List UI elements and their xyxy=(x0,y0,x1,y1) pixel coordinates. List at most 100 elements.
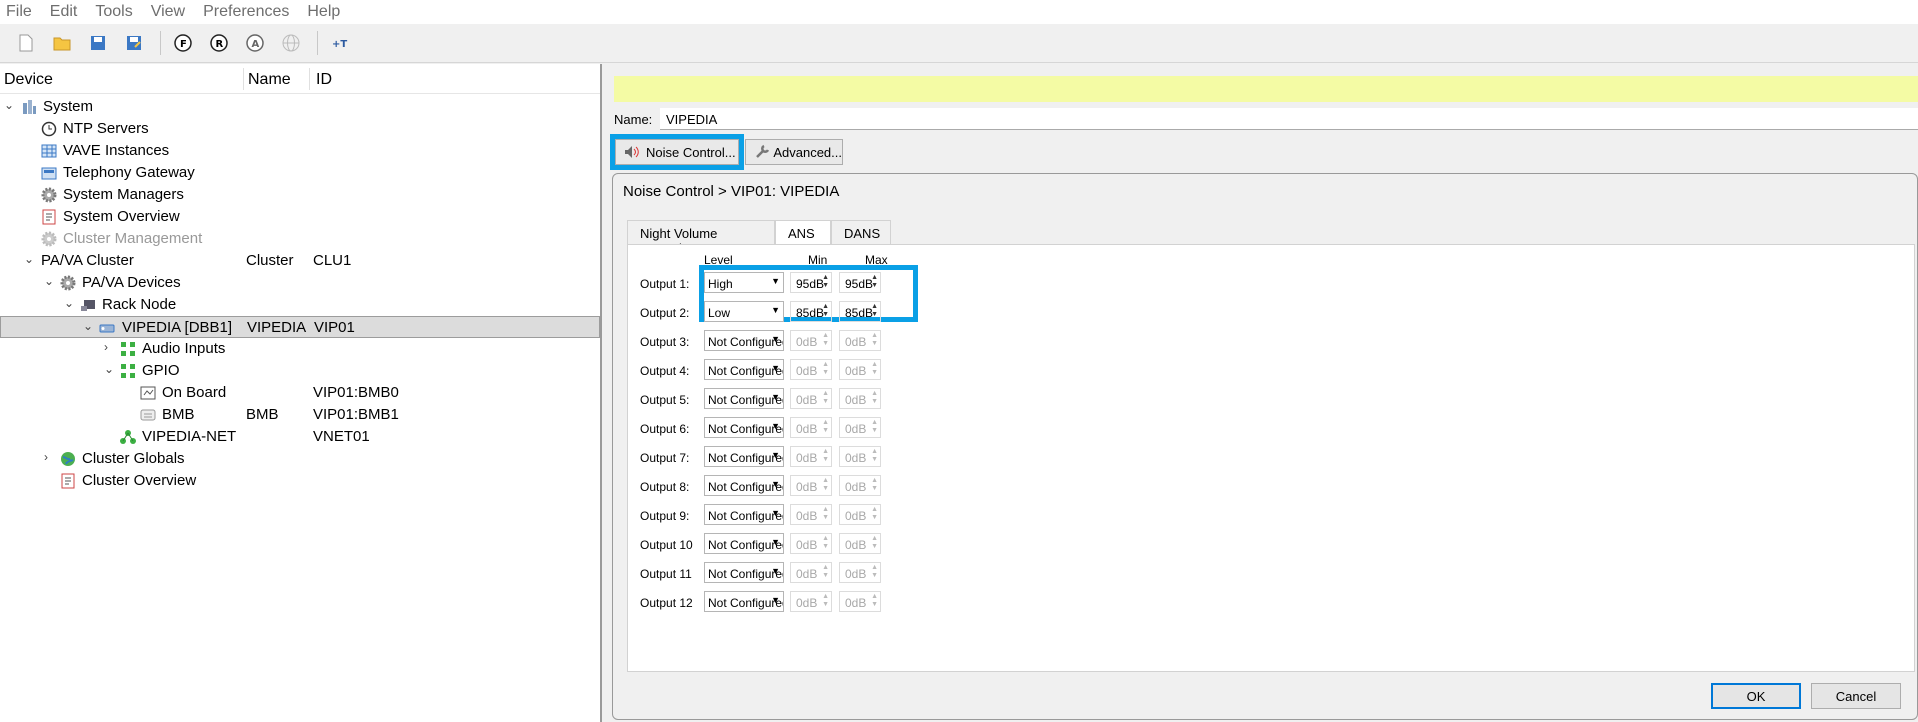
chevron-down-icon[interactable]: ⌄ xyxy=(44,274,56,288)
tree-row-rack-node[interactable]: ⌄ Rack Node xyxy=(0,294,600,316)
dropdown-arrow-icon[interactable]: ▼ xyxy=(771,566,780,576)
column-header-id[interactable]: ID xyxy=(316,71,332,89)
spin-arrows-icon[interactable]: ▲ ▼ xyxy=(871,477,878,493)
spin-arrows-icon[interactable]: ▲ ▼ xyxy=(871,448,878,464)
spin-arrows-icon[interactable]: ▲ ▼ xyxy=(871,593,878,609)
f-icon[interactable]: F xyxy=(171,31,195,55)
menu-file[interactable]: File xyxy=(6,3,32,21)
max-spinbox[interactable]: 0dB ▲ ▼ xyxy=(839,591,881,612)
tree-row-system[interactable]: ⌄ System xyxy=(0,96,600,118)
chevron-down-icon[interactable]: ⌄ xyxy=(4,98,16,112)
dropdown-arrow-icon[interactable]: ▼ xyxy=(771,392,780,402)
spin-arrows-icon[interactable]: ▲ ▼ xyxy=(822,448,829,464)
ok-button[interactable]: OK xyxy=(1711,683,1801,709)
tree-row-pava-cluster[interactable]: ⌄ PA/VA Cluster Cluster CLU1 xyxy=(0,250,600,272)
menu-view[interactable]: View xyxy=(151,3,185,21)
level-select[interactable]: Not Configured ▼ xyxy=(704,388,784,409)
min-spinbox[interactable]: 85dB ▲ ▼ xyxy=(790,301,832,322)
spin-arrows-icon[interactable]: ▲ ▼ xyxy=(822,477,829,493)
min-spinbox[interactable]: 0dB ▲ ▼ xyxy=(790,562,832,583)
level-select[interactable]: High ▼ xyxy=(704,272,784,293)
spin-arrows-icon[interactable]: ▲ ▼ xyxy=(822,303,829,319)
dropdown-arrow-icon[interactable]: ▼ xyxy=(771,450,780,460)
tree-row-system-overview[interactable]: System Overview xyxy=(0,206,600,228)
tree-row-system-managers[interactable]: System Managers xyxy=(0,184,600,206)
dropdown-arrow-icon[interactable]: ▼ xyxy=(771,479,780,489)
spin-arrows-icon[interactable]: ▲ ▼ xyxy=(871,535,878,551)
min-spinbox[interactable]: 0dB ▲ ▼ xyxy=(790,591,832,612)
max-spinbox[interactable]: 0dB ▲ ▼ xyxy=(839,359,881,380)
max-spinbox[interactable]: 0dB ▲ ▼ xyxy=(839,446,881,467)
tree-row-vipedia[interactable]: ⌄ VIPEDIA [DBB1] VIPEDIA VIP01 xyxy=(0,316,600,338)
a-icon[interactable]: A xyxy=(243,31,267,55)
level-select[interactable]: Low ▼ xyxy=(704,301,784,322)
level-select[interactable]: Not Configured ▼ xyxy=(704,533,784,554)
new-file-icon[interactable] xyxy=(14,31,38,55)
tree-row-ntp-servers[interactable]: NTP Servers xyxy=(0,118,600,140)
spin-arrows-icon[interactable]: ▲ ▼ xyxy=(871,564,878,580)
tree-row-on-board[interactable]: On Board VIP01:BMB0 xyxy=(0,382,600,404)
save-all-icon[interactable] xyxy=(122,31,146,55)
tree-row-audio-inputs[interactable]: › Audio Inputs xyxy=(0,338,600,360)
tab-ans[interactable]: ANS xyxy=(775,220,831,246)
menu-preferences[interactable]: Preferences xyxy=(203,3,289,21)
tree-row-vave-instances[interactable]: VAVE Instances xyxy=(0,140,600,162)
noise-control-button[interactable]: Noise Control... xyxy=(615,139,739,165)
text-tool-icon[interactable]: +T xyxy=(328,31,352,55)
menu-edit[interactable]: Edit xyxy=(50,3,78,21)
max-spinbox[interactable]: 0dB ▲ ▼ xyxy=(839,388,881,409)
dropdown-arrow-icon[interactable]: ▼ xyxy=(771,537,780,547)
column-header-name[interactable]: Name xyxy=(248,71,291,89)
min-spinbox[interactable]: 0dB ▲ ▼ xyxy=(790,533,832,554)
max-spinbox[interactable]: 0dB ▲ ▼ xyxy=(839,504,881,525)
spin-arrows-icon[interactable]: ▲ ▼ xyxy=(871,419,878,435)
spin-arrows-icon[interactable]: ▲ ▼ xyxy=(822,564,829,580)
tree-row-telephony-gateway[interactable]: Telephony Gateway xyxy=(0,162,600,184)
dropdown-arrow-icon[interactable]: ▼ xyxy=(771,305,780,315)
spin-arrows-icon[interactable]: ▲ ▼ xyxy=(822,535,829,551)
max-spinbox[interactable]: 0dB ▲ ▼ xyxy=(839,475,881,496)
save-icon[interactable] xyxy=(86,31,110,55)
level-select[interactable]: Not Configured ▼ xyxy=(704,475,784,496)
tab-dans[interactable]: DANS xyxy=(831,220,891,245)
menu-help[interactable]: Help xyxy=(307,3,340,21)
tree-row-gpio[interactable]: ⌄ GPIO xyxy=(0,360,600,382)
level-select[interactable]: Not Configured ▼ xyxy=(704,446,784,467)
tab-night-volume-control[interactable]: Night Volume Control xyxy=(627,220,775,256)
spin-arrows-icon[interactable]: ▲ ▼ xyxy=(871,361,878,377)
min-spinbox[interactable]: 0dB ▲ ▼ xyxy=(790,417,832,438)
open-folder-icon[interactable] xyxy=(50,31,74,55)
level-select[interactable]: Not Configured ▼ xyxy=(704,562,784,583)
dropdown-arrow-icon[interactable]: ▼ xyxy=(771,595,780,605)
globe-icon[interactable] xyxy=(279,31,303,55)
advanced-button[interactable]: Advanced... xyxy=(745,139,843,165)
chevron-down-icon[interactable]: ⌄ xyxy=(104,362,116,376)
max-spinbox[interactable]: 0dB ▲ ▼ xyxy=(839,533,881,554)
level-select[interactable]: Not Configured ▼ xyxy=(704,504,784,525)
spin-arrows-icon[interactable]: ▲ ▼ xyxy=(822,506,829,522)
menu-tools[interactable]: Tools xyxy=(95,3,132,21)
name-field[interactable]: VIPEDIA xyxy=(660,108,1918,130)
spin-arrows-icon[interactable]: ▲ ▼ xyxy=(871,390,878,406)
min-spinbox[interactable]: 0dB ▲ ▼ xyxy=(790,446,832,467)
level-select[interactable]: Not Configured ▼ xyxy=(704,591,784,612)
chevron-right-icon[interactable]: › xyxy=(104,340,116,354)
level-select[interactable]: Not Configured ▼ xyxy=(704,417,784,438)
spin-arrows-icon[interactable]: ▲ ▼ xyxy=(822,361,829,377)
tree-row-cluster-globals[interactable]: › Cluster Globals xyxy=(0,448,600,470)
min-spinbox[interactable]: 0dB ▲ ▼ xyxy=(790,359,832,380)
chevron-down-icon[interactable]: ⌄ xyxy=(64,296,76,310)
dropdown-arrow-icon[interactable]: ▼ xyxy=(771,508,780,518)
spin-arrows-icon[interactable]: ▲ ▼ xyxy=(822,419,829,435)
chevron-down-icon[interactable]: ⌄ xyxy=(24,252,36,266)
max-spinbox[interactable]: 0dB ▲ ▼ xyxy=(839,417,881,438)
column-header-device[interactable]: Device xyxy=(4,71,53,89)
max-spinbox[interactable]: 85dB ▲ ▼ xyxy=(839,301,881,322)
tree-row-cluster-overview[interactable]: Cluster Overview xyxy=(0,470,600,492)
spin-arrows-icon[interactable]: ▲ ▼ xyxy=(822,274,829,290)
column-divider[interactable] xyxy=(309,68,310,90)
max-spinbox[interactable]: 0dB ▲ ▼ xyxy=(839,330,881,351)
r-icon[interactable]: R xyxy=(207,31,231,55)
dropdown-arrow-icon[interactable]: ▼ xyxy=(771,276,780,286)
tree-row-vipedia-net[interactable]: VIPEDIA-NET VNET01 xyxy=(0,426,600,448)
